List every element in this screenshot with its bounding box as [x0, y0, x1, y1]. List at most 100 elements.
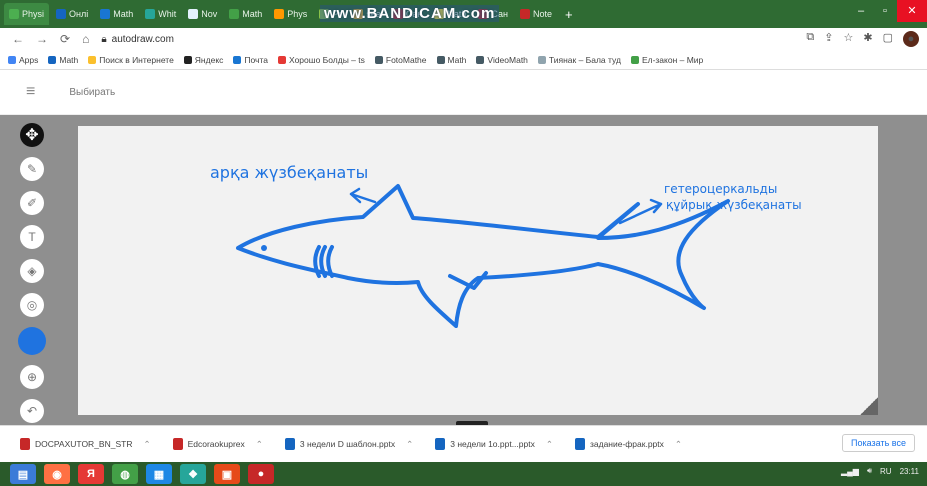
- bookmark-item[interactable]: Хорошо Болды – ts: [278, 55, 365, 65]
- taskbar: ▤ ◉ Я ◍ ▦ ❖ ▣ ● ▂▄▆ 🔊︎ RU 23:11: [0, 462, 927, 486]
- chevron-up-icon[interactable]: ⌃: [143, 439, 150, 450]
- star-icon[interactable]: ☆: [844, 31, 854, 47]
- translate-icon[interactable]: ⧉: [806, 31, 814, 47]
- chevron-up-icon[interactable]: ⌃: [546, 439, 553, 450]
- download-item[interactable]: DOCPAXUTOR_BN_STR ⌃: [20, 438, 151, 450]
- draw-tool-button[interactable]: ✐: [20, 191, 44, 215]
- extensions-area: ⧉ ⇪ ☆ ✱ ▢ ●: [806, 31, 919, 47]
- downloads-bar: DOCPAXUTOR_BN_STR ⌃ Edcoraokuprex ⌃ 3 недели…: [0, 425, 927, 462]
- file-icon: [435, 438, 446, 450]
- bookmark-favicon-icon: [537, 55, 546, 64]
- tab-label: Phys: [287, 9, 308, 19]
- browser-tab[interactable]: Note: [515, 3, 557, 25]
- download-item[interactable]: задание-фрак.pptx ⌃: [574, 438, 682, 450]
- bookmark-label: Хорошо Болды – ts: [289, 54, 365, 65]
- new-tab-button[interactable]: +: [559, 7, 579, 22]
- maximize-button[interactable]: ▫: [873, 0, 897, 22]
- taskbar-app-icon[interactable]: ◉: [44, 464, 70, 484]
- zoom-tool-button[interactable]: ⊕: [20, 365, 44, 389]
- browser-tab[interactable]: Nov: [183, 3, 222, 25]
- color-picker-button[interactable]: [18, 327, 46, 355]
- browser-tab[interactable]: Whit: [140, 3, 181, 25]
- bookmark-favicon-icon: [436, 55, 445, 64]
- tab-label: Онлі: [69, 9, 89, 19]
- bookmark-favicon-icon: [630, 55, 639, 64]
- tab-favicon-icon: [145, 9, 156, 19]
- browser-tab[interactable]: Онлі: [51, 3, 93, 25]
- forward-icon[interactable]: →: [36, 32, 48, 46]
- volume-icon[interactable]: 🔊︎: [867, 466, 872, 476]
- file-icon: [20, 438, 30, 450]
- browser-tab[interactable]: Math: [95, 3, 138, 25]
- extensions-icon[interactable]: ✱: [863, 31, 872, 47]
- network-icon[interactable]: ▂▄▆: [841, 467, 859, 476]
- bookmark-item[interactable]: Math: [436, 55, 466, 65]
- taskbar-app-icon[interactable]: Я: [78, 464, 104, 484]
- profile-avatar[interactable]: ●: [903, 31, 919, 47]
- gill-slit-2: [319, 245, 327, 278]
- menu-icon[interactable]: ≡: [26, 83, 35, 101]
- taskbar-app-icon[interactable]: ❖: [180, 464, 206, 484]
- taskbar-app-icon[interactable]: ▦: [146, 464, 172, 484]
- dorsal-arrow: [349, 187, 377, 204]
- browser-tab[interactable]: Math: [224, 3, 267, 25]
- reload-icon[interactable]: ⟳: [60, 32, 70, 46]
- clock[interactable]: 23:11: [900, 467, 919, 476]
- fill-tool-button[interactable]: ◈: [20, 259, 44, 283]
- download-item[interactable]: 3 недели 1о.ppt...pptx ⌃: [435, 438, 553, 450]
- home-icon[interactable]: ⌂: [82, 32, 89, 46]
- system-tray: ▂▄▆ 🔊︎ RU 23:11: [841, 466, 919, 476]
- tab-search-icon[interactable]: ▢: [883, 31, 893, 47]
- tab-label: Physi: [22, 9, 45, 19]
- close-window-button[interactable]: ✕: [897, 0, 927, 22]
- move-tool-button[interactable]: ✥: [20, 123, 44, 147]
- undo-tool-button[interactable]: ↶: [20, 399, 44, 423]
- bookmark-item[interactable]: Тиянак – Бала туд: [537, 55, 621, 65]
- chevron-up-icon[interactable]: ⌃: [675, 439, 682, 450]
- chevron-up-icon[interactable]: ⌃: [256, 439, 263, 450]
- share-icon[interactable]: ⇪: [824, 31, 833, 47]
- show-all-downloads-button[interactable]: Показать все: [842, 434, 915, 452]
- workspace: ✥ ✎ ✐ T ◈ ◎ ⊕ ↶ арқа жүзбеқанаты гетероц…: [0, 115, 927, 427]
- taskbar-app-icon[interactable]: ●: [248, 464, 274, 484]
- download-filename: 3 недели 1о.ppt...pptx: [450, 439, 535, 449]
- taskbar-app-icon[interactable]: ▤: [10, 464, 36, 484]
- canvas-resize-corner[interactable]: [860, 397, 878, 415]
- fill-tool-icon: ◈: [27, 264, 37, 278]
- tab-favicon-icon: [188, 9, 199, 19]
- bookmark-item[interactable]: FotoMathe: [374, 54, 427, 65]
- download-item[interactable]: 3 недели D шаблон.pptx ⌃: [284, 438, 413, 450]
- bookmark-item[interactable]: Поиск в Интернете: [88, 55, 174, 65]
- file-icon: [574, 438, 585, 450]
- drawing-canvas[interactable]: арқа жүзбеқанаты гетероцеркальды құйрық …: [78, 126, 878, 415]
- tab-favicon-icon: [56, 9, 67, 19]
- type-tool-button[interactable]: T: [20, 225, 44, 249]
- back-icon[interactable]: ←: [12, 32, 24, 46]
- tail-fin-label-line1: гетероцеркальды: [664, 182, 778, 196]
- tab-favicon-icon: [520, 9, 530, 19]
- move-tool-icon: ✥: [25, 127, 39, 144]
- url-text: autodraw.com: [111, 33, 174, 45]
- bookmark-item[interactable]: Ел-закон – Мир: [630, 55, 703, 65]
- minimize-button[interactable]: –: [849, 0, 873, 22]
- bookmark-item[interactable]: Яндекс: [183, 55, 223, 65]
- language-indicator[interactable]: RU: [880, 467, 892, 476]
- bookmark-item[interactable]: VideoMath: [476, 55, 528, 65]
- shape-tool-button[interactable]: ◎: [20, 293, 44, 317]
- browser-tab[interactable]: Physi: [4, 3, 50, 25]
- taskbar-app-icon[interactable]: ▣: [214, 464, 240, 484]
- browser-tab[interactable]: Phys: [269, 3, 312, 25]
- bookmark-item[interactable]: Math: [48, 55, 78, 65]
- autodraw-tool-button[interactable]: ✎: [20, 157, 44, 181]
- chevron-up-icon[interactable]: ⌃: [406, 439, 413, 450]
- tab-label: Math: [113, 9, 134, 19]
- taskbar-app-icon[interactable]: ◍: [112, 464, 138, 484]
- bookmark-favicon-icon: [278, 55, 286, 64]
- bookmark-item[interactable]: Почта: [233, 55, 268, 65]
- url-field[interactable]: 🔒︎ autodraw.com: [101, 34, 174, 45]
- bookmark-label: Math: [59, 54, 79, 65]
- download-item[interactable]: Edcoraokuprex ⌃: [172, 438, 263, 450]
- bookmark-item[interactable]: Apps: [8, 55, 38, 65]
- bookmark-label: FotoMathe: [385, 54, 427, 65]
- recording-watermark: www.BANDICAM.com: [320, 5, 500, 22]
